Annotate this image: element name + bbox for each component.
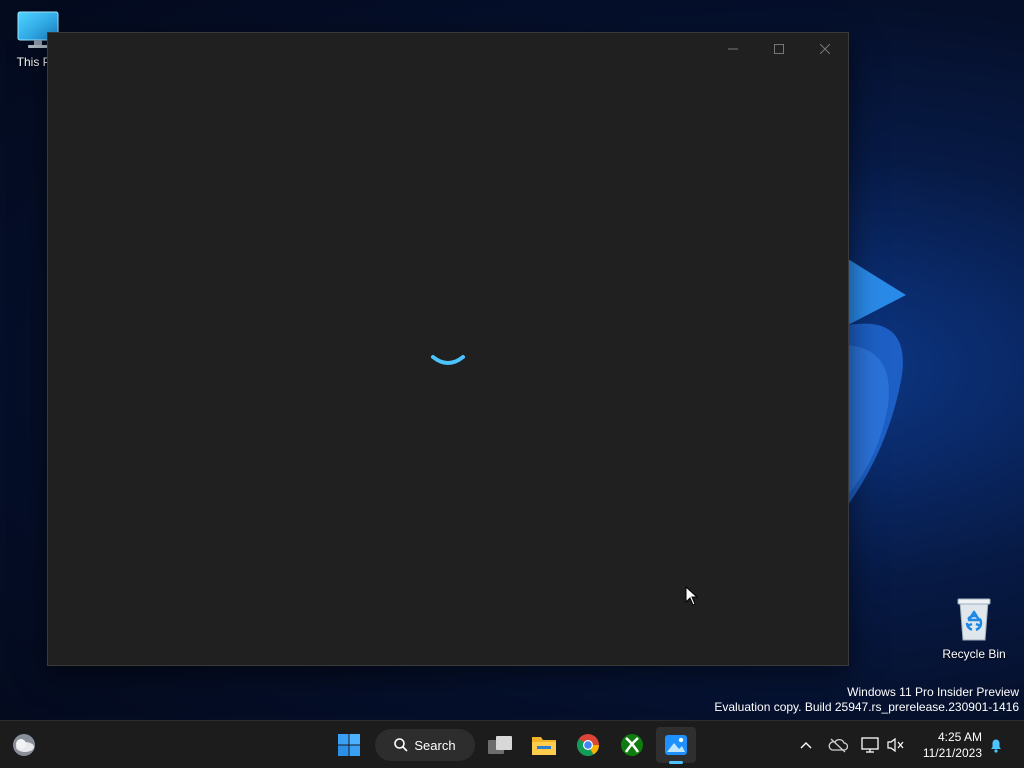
search-box[interactable]: Search xyxy=(375,729,475,761)
xbox-button[interactable] xyxy=(612,727,652,763)
file-explorer-button[interactable] xyxy=(524,727,564,763)
chrome-icon xyxy=(577,734,599,756)
weather-icon xyxy=(13,734,35,756)
minimize-icon xyxy=(728,48,738,50)
onedrive-offline-icon xyxy=(828,738,848,753)
chrome-button[interactable] xyxy=(568,727,608,763)
clock-date: 11/21/2023 xyxy=(922,746,982,760)
close-icon xyxy=(820,44,830,54)
volume-button[interactable] xyxy=(884,733,908,757)
close-button[interactable] xyxy=(802,33,848,65)
taskbar: Search 4:25 AM 11/21/2023 xyxy=(0,720,1024,768)
app-window[interactable] xyxy=(47,32,849,666)
chevron-up-icon xyxy=(800,742,812,749)
maximize-icon xyxy=(774,44,784,54)
weather-widget-button[interactable] xyxy=(4,727,44,763)
wallpaper-bloom xyxy=(848,259,906,505)
start-icon xyxy=(338,734,360,756)
evaluation-watermark: Windows 11 Pro Insider Preview Evaluatio… xyxy=(714,685,1019,715)
photos-button[interactable] xyxy=(656,727,696,763)
task-view-button[interactable] xyxy=(480,727,520,763)
recycle-bin-icon xyxy=(957,598,991,641)
xbox-icon xyxy=(621,734,643,756)
network-button[interactable] xyxy=(858,733,882,757)
file-explorer-icon xyxy=(532,737,556,755)
show-hidden-icons-button[interactable] xyxy=(794,733,818,757)
volume-muted-icon xyxy=(887,737,904,753)
title-bar[interactable] xyxy=(48,33,848,65)
photos-icon xyxy=(665,735,687,755)
start-button[interactable] xyxy=(329,727,369,763)
loading-spinner-icon xyxy=(431,355,465,365)
search-icon xyxy=(394,738,408,752)
active-app-indicator xyxy=(669,761,683,764)
minimize-button[interactable] xyxy=(710,33,756,65)
onedrive-button[interactable] xyxy=(826,733,850,757)
notifications-button[interactable] xyxy=(984,733,1008,757)
system-clock[interactable]: 4:25 AM 11/21/2023 xyxy=(912,729,982,761)
task-view-icon xyxy=(488,736,512,754)
bell-icon xyxy=(991,739,1001,753)
desktop-icon-recycle-bin[interactable]: Recycle Bin xyxy=(938,596,1010,661)
desktop-icon-label: Recycle Bin xyxy=(942,647,1006,661)
watermark-line-1: Windows 11 Pro Insider Preview xyxy=(847,685,1019,699)
watermark-line-2: Evaluation copy. Build 25947.rs_prerelea… xyxy=(714,700,1019,714)
mouse-cursor-icon xyxy=(685,586,699,606)
clock-time: 4:25 AM xyxy=(937,730,982,744)
search-label: Search xyxy=(414,737,456,753)
network-icon xyxy=(861,737,879,753)
maximize-button[interactable] xyxy=(756,33,802,65)
